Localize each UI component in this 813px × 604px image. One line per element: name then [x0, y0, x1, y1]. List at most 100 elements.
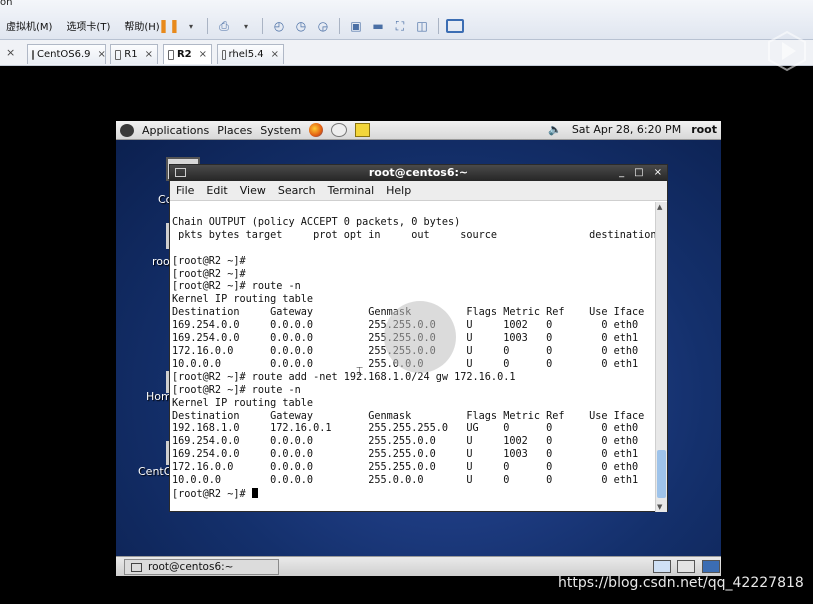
gnome-bottom-panel: root@centos6:~ — [116, 556, 721, 576]
username[interactable]: root — [691, 123, 717, 136]
notes-icon[interactable] — [355, 123, 371, 137]
menu-file[interactable]: File — [176, 184, 194, 197]
vm-tab-bar: × CentOS6.9 × R1 × R2 × rhel5.4 × — [0, 40, 813, 66]
terminal-icon — [131, 562, 142, 572]
datetime[interactable]: Sat Apr 28, 6:20 PM — [572, 123, 681, 136]
menu-places[interactable]: Places — [217, 124, 252, 137]
taskbar-label: root@centos6:~ — [148, 561, 234, 573]
menu-view[interactable]: View — [240, 184, 266, 197]
gnome-foot-icon[interactable] — [120, 123, 134, 137]
menu-terminal[interactable]: Terminal — [328, 184, 375, 197]
close-icon[interactable]: × — [271, 49, 279, 60]
menu-applications[interactable]: Applications — [142, 124, 209, 137]
terminal-title: root@centos6:~ — [368, 166, 469, 179]
terminal-prompt-line[interactable]: [root@R2 ~]# — [172, 487, 657, 502]
close-icon[interactable]: × — [6, 46, 15, 59]
desktop-label-root[interactable]: roo — [152, 255, 170, 268]
close-icon[interactable]: × — [654, 165, 662, 181]
terminal-line: Chain OUTPUT (policy ACCEPT 0 packets, 0… — [172, 216, 461, 228]
scroll-down-icon[interactable]: ▼ — [657, 503, 662, 511]
menu-system[interactable]: System — [260, 124, 301, 137]
desktop-label-home[interactable]: Hom — [146, 390, 172, 403]
menu-help[interactable]: Help — [386, 184, 411, 197]
terminal-line: [root@R2 ~]# route -n — [172, 384, 301, 396]
console-view-icon[interactable]: ▣ — [347, 17, 365, 35]
terminal-prompt: [root@R2 ~]# — [172, 488, 252, 500]
text-cursor — [251, 487, 258, 498]
tab-label: R2 — [176, 49, 192, 60]
tab-label: CentOS6.9 — [37, 49, 91, 60]
toolbar-separator — [339, 18, 340, 34]
taskbar-item-terminal[interactable]: root@centos6:~ — [124, 559, 279, 575]
send-keys-icon[interactable]: ⎙ — [215, 17, 233, 35]
dropdown-icon[interactable]: ▾ — [182, 17, 200, 35]
volume-icon[interactable]: 🔈 — [548, 123, 562, 136]
close-icon[interactable]: × — [145, 49, 153, 60]
fullscreen-icon[interactable]: ⛶ — [391, 17, 409, 35]
toolbar-separator — [262, 18, 263, 34]
corner-text: on — [0, 0, 13, 8]
terminal-line: [root@R2 ~]# route -n — [172, 281, 301, 293]
play-watermark-icon — [768, 30, 806, 72]
menu-edit[interactable]: Edit — [206, 184, 227, 197]
manage-snapshots-icon[interactable]: ◶ — [314, 17, 332, 35]
unity-icon[interactable]: ◫ — [413, 17, 431, 35]
scroll-up-icon[interactable]: ▲ — [657, 203, 662, 211]
toolbar-separator — [207, 18, 208, 34]
vm-icon — [32, 49, 34, 60]
tab-label: rhel5.4 — [228, 49, 264, 60]
terminal-titlebar[interactable]: root@centos6:~ _ □ × — [170, 165, 667, 181]
menu-help[interactable]: 帮助(H) — [124, 18, 159, 33]
tab-label: R1 — [124, 49, 138, 60]
firefox-icon[interactable] — [309, 123, 324, 137]
menu-tabs[interactable]: 选项卡(T) — [66, 18, 110, 33]
vm-icon — [222, 49, 226, 60]
terminal-line: 169.254.0.0 0.0.0.0 255.255.0.0 U 1003 0… — [172, 449, 639, 461]
vm-toolbar: ❚❚ ▾ ⎙ ▾ ◴ ◷ ◶ ▣ ▬ ⛶ ◫ — [158, 17, 464, 35]
terminal-menubar: File Edit View Search Terminal Help — [170, 181, 667, 201]
workspace-1[interactable] — [653, 560, 671, 573]
close-icon[interactable]: × — [199, 49, 207, 60]
trash-icon[interactable] — [702, 560, 720, 573]
mouse-cursor-icon: ⌶ — [356, 364, 364, 378]
vm-menubar: on 虚拟机(M) 选项卡(T) 帮助(H) ❚❚ ▾ ⎙ ▾ ◴ ◷ ◶ ▣ … — [0, 0, 813, 40]
terminal-line: 10.0.0.0 0.0.0.0 255.0.0.0 U 0 0 0 eth1 — [172, 475, 639, 487]
tab-centos69[interactable]: CentOS6.9 × — [27, 44, 106, 64]
mail-icon[interactable] — [331, 123, 348, 137]
thumbnail-icon[interactable] — [446, 19, 464, 33]
pause-icon[interactable]: ❚❚ — [158, 17, 180, 35]
tab-r1[interactable]: R1 × — [110, 44, 158, 64]
tab-r2[interactable]: R2 × — [163, 44, 212, 64]
watermark-text: https://blog.csdn.net/qq_42227818 — [558, 575, 804, 591]
terminal-line: 172.16.0.0 0.0.0.0 255.255.0.0 U 0 0 0 e… — [172, 462, 639, 474]
terminal-line: 192.168.1.0 172.16.0.1 255.255.255.0 UG … — [172, 423, 639, 435]
vm-icon — [115, 49, 122, 60]
vm-menu-list: 虚拟机(M) 选项卡(T) 帮助(H) — [6, 18, 160, 33]
vm-icon — [168, 49, 174, 60]
terminal-icon — [175, 168, 186, 177]
revert-snapshot-icon[interactable]: ◷ — [292, 17, 310, 35]
terminal-line: pkts bytes target prot opt in out source… — [172, 229, 657, 241]
guest-screen: Applications Places System 🔈 Sat Apr 28,… — [116, 121, 721, 576]
click-highlight — [384, 301, 456, 373]
toolbar-separator — [438, 18, 439, 34]
snapshot-icon[interactable]: ◴ — [270, 17, 288, 35]
dropdown-icon[interactable]: ▾ — [237, 17, 255, 35]
close-icon[interactable]: × — [98, 49, 106, 60]
menu-vm[interactable]: 虚拟机(M) — [6, 18, 52, 33]
terminal-line: [root@R2 ~]# route add -net 192.168.1.0/… — [172, 371, 516, 383]
terminal-line: Destination Gateway Genmask Flags Metric… — [172, 410, 645, 422]
quick-switch-icon[interactable]: ▬ — [369, 17, 387, 35]
minimize-icon[interactable]: _ — [619, 165, 624, 181]
menu-search[interactable]: Search — [278, 184, 316, 197]
terminal-line: [root@R2 ~]# — [172, 255, 246, 267]
workspace-2[interactable] — [677, 560, 695, 573]
tab-rhel54[interactable]: rhel5.4 × — [217, 44, 284, 64]
desktop-label-centos[interactable]: CentO — [138, 465, 172, 478]
terminal-line: [root@R2 ~]# — [172, 268, 246, 280]
scrollbar-thumb[interactable] — [657, 450, 666, 498]
terminal-scrollbar[interactable]: ▲ ▼ — [655, 202, 667, 512]
maximize-icon[interactable]: □ — [634, 165, 643, 181]
